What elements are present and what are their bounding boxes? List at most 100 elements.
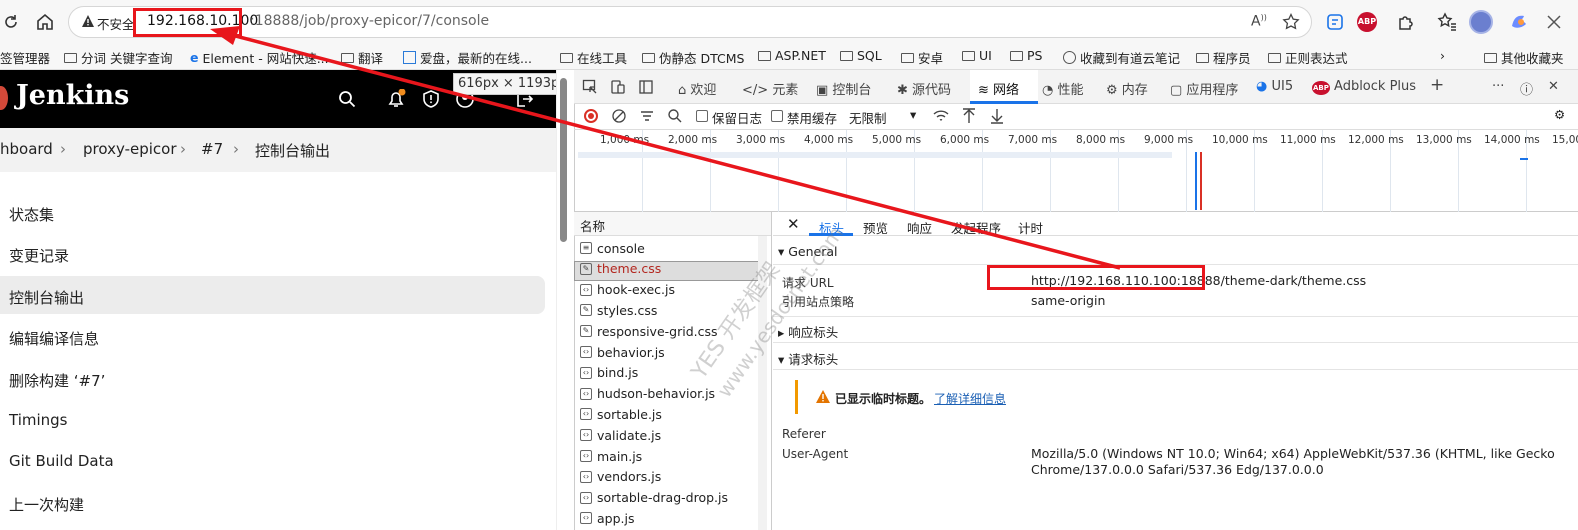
inspect-icon[interactable] [582, 79, 598, 95]
more-menu-icon[interactable] [1546, 14, 1562, 30]
address-bar[interactable]: 不安全 192.168.10.100 :18888/job/proxy-epic… [68, 6, 1312, 38]
sidebar-item-delete-build[interactable]: 删除构建 ‘#7’ [9, 370, 105, 391]
detail-tab-initiator[interactable]: 发起程序 [951, 218, 1001, 237]
sidebar-item-edit-info[interactable]: 编辑编译信息 [9, 328, 99, 349]
tab-elements[interactable]: </> 元素 [742, 79, 798, 98]
request-row[interactable]: ‹› vendors.js [580, 467, 661, 487]
tab-sources[interactable]: ✱ 源代码 [897, 79, 951, 98]
sidebar-item-changes[interactable]: 变更记录 [9, 245, 69, 266]
sidebar-item-timings[interactable]: Timings [9, 411, 68, 429]
read-aloud-icon[interactable]: A)) [1251, 13, 1267, 30]
favorite-star-icon[interactable] [1282, 13, 1300, 31]
export-icon[interactable] [990, 107, 1004, 125]
close-detail-icon[interactable]: ✕ [787, 215, 800, 233]
clear-icon[interactable] [611, 108, 627, 124]
adblock-extension-icon[interactable]: ABP [1357, 12, 1377, 32]
request-row[interactable]: ‹› sortable-drag-drop.js [580, 488, 728, 508]
help-icon[interactable]: ⓘ [1520, 79, 1533, 98]
bookmark-item[interactable]: 其他收藏夹 [1484, 48, 1564, 67]
tab-performance[interactable]: ◔ 性能 [1042, 79, 1084, 98]
breadcrumb-build[interactable]: #7 [201, 140, 223, 158]
page-scrollbar-thumb[interactable] [560, 78, 567, 242]
bell-icon[interactable] [386, 89, 406, 109]
request-row[interactable]: ≡ console [580, 238, 645, 258]
breadcrumb-job[interactable]: proxy-epicor [83, 140, 177, 158]
request-row[interactable]: ‹› behavior.js [580, 342, 665, 362]
dock-icon[interactable] [638, 79, 654, 95]
request-row[interactable]: ‹› bind.js [580, 363, 638, 383]
bookmark-item[interactable]: 爱盘，最新的在线... [403, 48, 532, 67]
network-conditions-icon[interactable] [932, 108, 950, 124]
request-row[interactable]: ‹› main.js [580, 446, 642, 466]
breadcrumb-console[interactable]: 控制台输出 [255, 140, 330, 161]
profile-avatar[interactable] [1469, 10, 1493, 34]
tab-application[interactable]: ▢ 应用程序 [1170, 79, 1238, 98]
extensions-icon[interactable] [1396, 12, 1416, 32]
tab-adblock[interactable]: ABP Adblock Plus [1312, 79, 1416, 95]
shield-icon[interactable] [421, 89, 441, 109]
reload-icon[interactable] [2, 13, 20, 31]
bookmark-item[interactable]: PS [1010, 48, 1042, 63]
bookmark-item[interactable]: 安卓 [901, 48, 943, 67]
breadcrumb-dashboard[interactable]: hboard [0, 140, 53, 158]
sidebar-item-console-output[interactable]: 控制台输出 [9, 287, 84, 308]
bookmark-item[interactable]: 伪静态 DTCMS [642, 48, 744, 67]
bookmark-item[interactable]: SQL [840, 48, 882, 63]
add-tab-icon[interactable]: + [1430, 75, 1444, 95]
import-icon[interactable] [962, 107, 976, 125]
disable-cache-checkbox[interactable] [771, 110, 783, 122]
close-devtools-icon[interactable]: ✕ [1548, 79, 1559, 94]
request-headers-toggle[interactable]: ▾ 请求标头 [778, 349, 838, 368]
home-icon[interactable] [35, 12, 55, 32]
search-icon[interactable] [667, 108, 683, 124]
copilot-icon[interactable] [1509, 12, 1529, 32]
response-headers-toggle[interactable]: ▸ 响应标头 [778, 322, 838, 341]
chevron-right-icon[interactable]: › [1440, 48, 1445, 63]
tab-console[interactable]: ▣ 控制台 [816, 79, 871, 98]
favorites-icon[interactable] [1437, 12, 1457, 32]
collections-icon[interactable] [1326, 13, 1344, 31]
tab-memory[interactable]: ⚙ 内存 [1106, 79, 1148, 98]
sidebar-item-previous-build[interactable]: 上一次构建 [9, 494, 84, 515]
request-name: app.js [597, 510, 635, 526]
sidebar-item-status[interactable]: 状态集 [9, 204, 54, 225]
network-timeline[interactable]: 1,000 ms 2,000 ms 3,000 ms 4,000 ms 5,000 ms… [574, 130, 1578, 212]
jenkins-title[interactable]: Jenkins [16, 80, 129, 111]
record-icon[interactable] [584, 109, 598, 123]
bookmark-item[interactable]: 签管理器 [0, 48, 50, 67]
bookmark-item[interactable]: 在线工具 [560, 48, 627, 67]
detail-tab-preview[interactable]: 预览 [863, 218, 888, 237]
throttle-select[interactable]: 无限制 [849, 108, 887, 127]
tab-welcome[interactable]: ⌂ 欢迎 [678, 79, 716, 98]
bookmark-item[interactable]: 翻译 [341, 48, 383, 67]
chevron-down-icon[interactable]: ▾ [910, 107, 916, 122]
filter-icon[interactable] [639, 108, 655, 124]
more-tabs-icon[interactable]: ··· [1492, 79, 1504, 94]
bookmark-item[interactable]: UI [962, 48, 992, 63]
network-settings-icon[interactable]: ⚙ [1554, 107, 1565, 122]
request-row[interactable]: ‹› sortable.js [580, 404, 662, 424]
tab-ui5[interactable]: ◕ UI5 [1256, 79, 1293, 94]
detail-tab-timing[interactable]: 计时 [1018, 218, 1043, 237]
request-row[interactable]: ‹› hudson-behavior.js [580, 384, 715, 404]
bookmark-item[interactable]: e Element - 网站快速... [190, 48, 329, 67]
device-icon[interactable] [610, 79, 626, 95]
sidebar-item-git-build-data[interactable]: Git Build Data [9, 452, 114, 470]
request-row[interactable]: ✎ theme.css [580, 259, 661, 279]
learn-more-link[interactable]: 了解详细信息 [934, 390, 1006, 407]
request-row[interactable]: ✎ styles.css [580, 300, 657, 320]
bookmark-item[interactable]: 分词 关键字查询 [64, 48, 172, 67]
search-icon[interactable] [338, 90, 356, 108]
bookmark-item[interactable]: 程序员 [1196, 48, 1251, 67]
detail-tab-response[interactable]: 响应 [907, 218, 932, 237]
request-row[interactable]: ✎ responsive-grid.css [580, 321, 718, 341]
bookmark-item[interactable]: 正则表达式 [1268, 48, 1348, 67]
request-row[interactable]: ‹› validate.js [580, 425, 661, 445]
bookmark-item[interactable]: 收藏到有道云笔记 [1063, 48, 1180, 67]
preserve-log-checkbox[interactable] [696, 110, 708, 122]
request-row[interactable]: ‹› hook-exec.js [580, 280, 675, 300]
tab-network[interactable]: ≋ 网络 [978, 79, 1019, 98]
request-row[interactable]: ‹› app.js [580, 508, 635, 528]
bookmark-item[interactable]: ASP.NET [758, 48, 826, 63]
name-column-header[interactable]: 名称 [580, 216, 605, 235]
